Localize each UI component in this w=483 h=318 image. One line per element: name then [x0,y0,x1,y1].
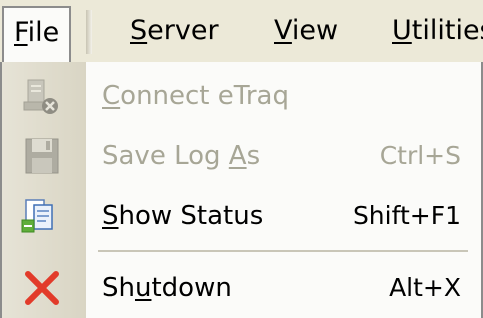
menu-view[interactable]: View [274,6,338,56]
menu-item-shortcut: Shift+F1 [352,201,461,230]
close-x-icon [20,268,64,308]
menu-file[interactable]: File [2,6,72,64]
file-menu-dropdown: Connect eTraq Save Log As Ctrl+S Show St… [0,62,483,318]
menu-item-shutdown[interactable]: Shutdown Alt+X [2,258,483,318]
menu-item-save-log-as[interactable]: Save Log As Ctrl+S [2,126,483,186]
status-documents-icon [20,196,64,236]
connect-etraq-icon [20,76,64,116]
menu-item-label: Shutdown [102,273,232,303]
menu-item-label: Connect eTraq [102,81,289,111]
menu-utilities[interactable]: Utilities [392,6,483,56]
menu-item-label: Show Status [102,201,264,231]
menu-item-shortcut: Ctrl+S [379,141,461,170]
menu-item-show-status[interactable]: Show Status Shift+F1 [2,186,483,246]
menu-server[interactable]: Server [130,6,219,56]
save-floppy-icon [20,136,64,176]
menu-separator [98,250,468,252]
menu-item-shortcut: Alt+X [389,273,461,302]
menu-item-connect-etraq[interactable]: Connect eTraq [2,66,483,126]
menu-item-label: Save Log As [102,141,261,171]
menu-bar-grip [86,10,92,54]
menu-bar: File Server View Utilities [0,0,483,64]
